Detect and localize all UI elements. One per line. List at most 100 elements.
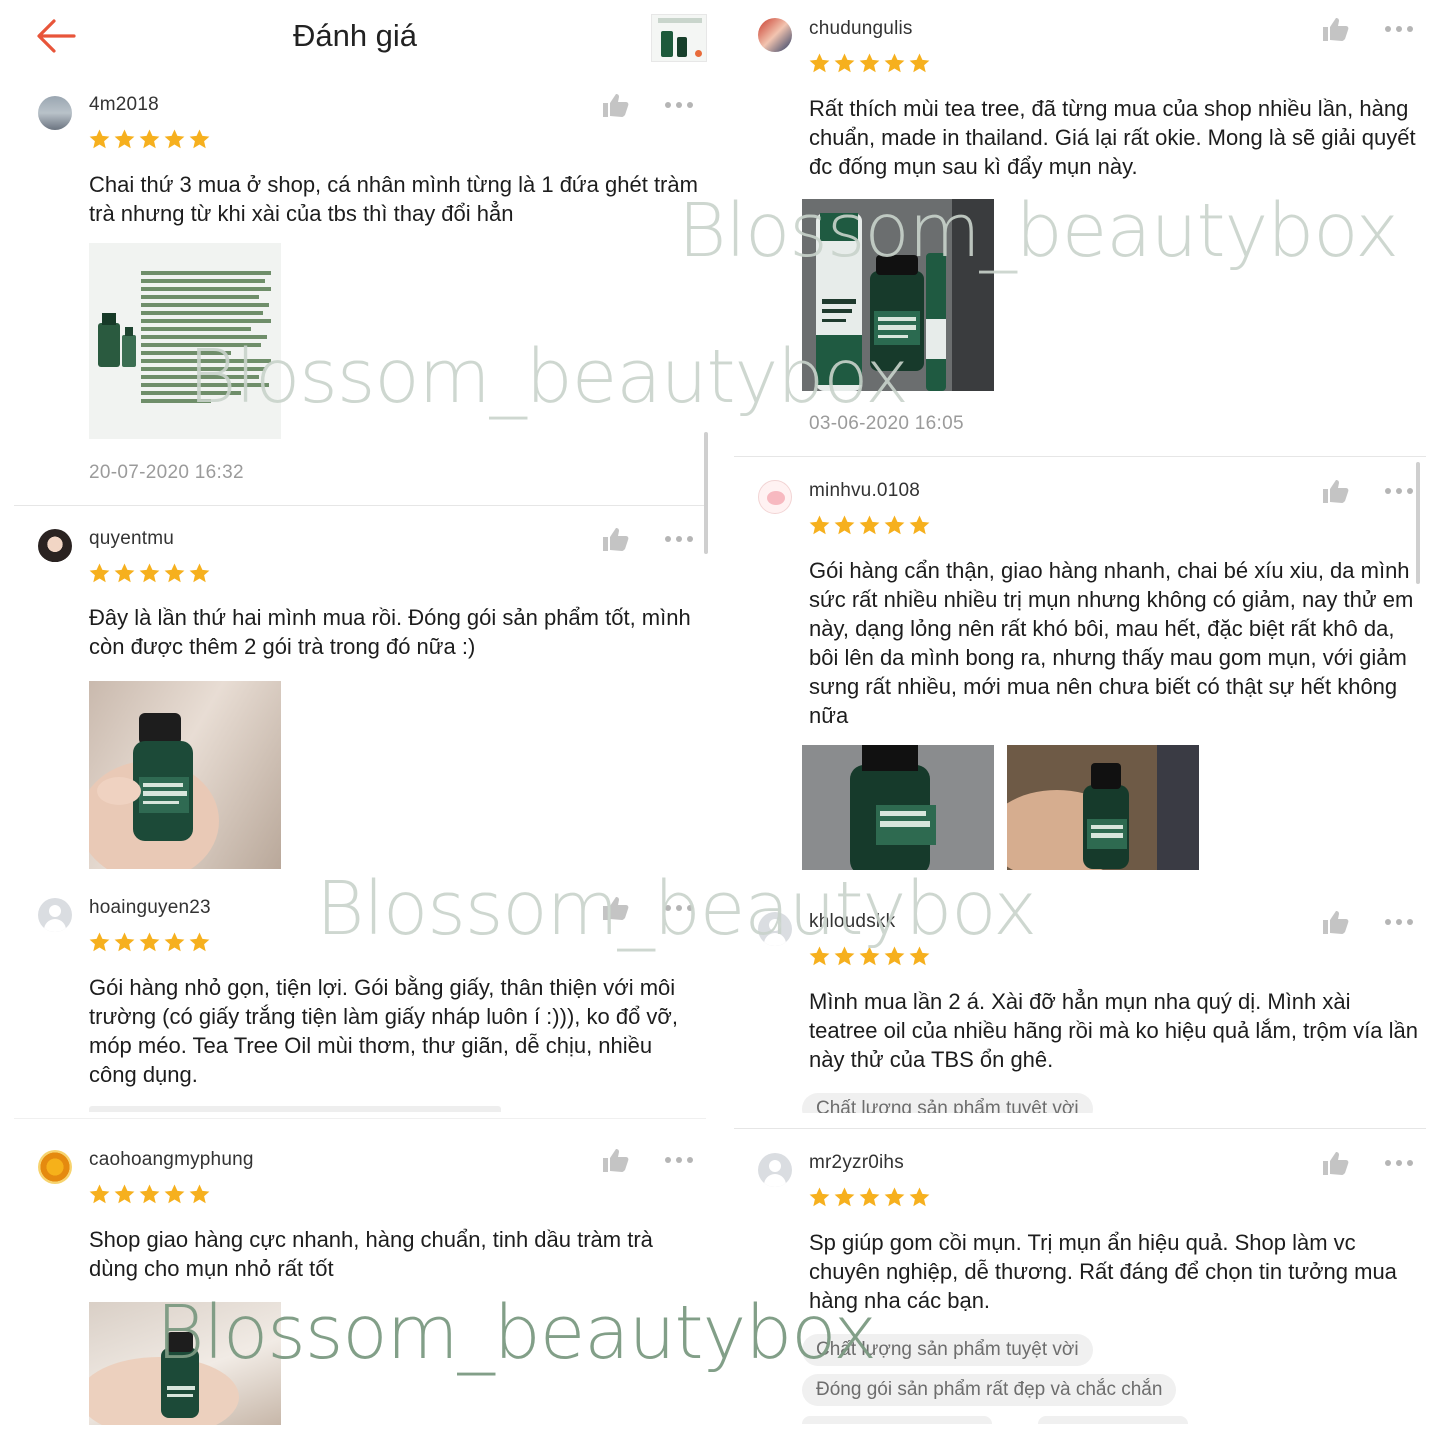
more-options-icon[interactable] <box>1384 917 1414 927</box>
star-icon <box>164 563 185 583</box>
more-options-icon[interactable] <box>664 903 694 913</box>
more-options-icon[interactable] <box>664 1155 694 1165</box>
star-icon <box>834 53 855 73</box>
avatar[interactable] <box>38 1150 72 1184</box>
avatar[interactable] <box>38 898 72 932</box>
review-photo[interactable] <box>89 681 281 869</box>
star-icon <box>909 515 930 535</box>
page-title: Đánh giá <box>292 18 418 53</box>
star-icon <box>909 946 930 966</box>
review-text: Gói hàng nhỏ gọn, tiện lợi. Gói bằng giấ… <box>89 975 678 1087</box>
star-icon <box>164 1184 185 1204</box>
review-username[interactable]: mr2yzr0ihs <box>809 1152 904 1174</box>
more-options-icon[interactable] <box>1384 24 1414 34</box>
divider <box>14 505 706 506</box>
more-options-icon[interactable] <box>664 534 694 544</box>
tag-chip[interactable]: Chất lượng sản phẩm tuyệt vời <box>802 1334 1093 1366</box>
review-username[interactable]: hoainguyen23 <box>89 897 211 919</box>
avatar[interactable] <box>38 529 72 563</box>
thumbs-up-icon[interactable] <box>1321 1150 1349 1176</box>
review-text: Gói hàng cẩn thận, giao hàng nhanh, chai… <box>809 558 1414 728</box>
thumbs-up-icon[interactable] <box>601 526 629 552</box>
review-username[interactable]: quyentmu <box>89 528 174 550</box>
review-username[interactable]: khloudskk <box>809 911 895 933</box>
star-icon <box>89 932 110 952</box>
tag-chip-cutoff <box>89 1106 501 1112</box>
star-icon <box>164 932 185 952</box>
star-icon <box>809 946 830 966</box>
scrollbar[interactable] <box>1416 462 1420 584</box>
thumbs-up-icon[interactable] <box>1321 478 1349 504</box>
star-icon <box>164 129 185 149</box>
avatar[interactable] <box>38 96 72 130</box>
review-username[interactable]: 4m2018 <box>89 94 159 116</box>
product-thumbnail[interactable] <box>651 14 707 62</box>
star-icon <box>114 129 135 149</box>
thumbs-up-icon[interactable] <box>601 92 629 118</box>
star-icon <box>884 1187 905 1207</box>
review-photo[interactable] <box>1007 745 1199 870</box>
tag-chip[interactable]: Đóng gói sản phẩm rất đẹp và chắc chắn <box>802 1374 1177 1406</box>
thumbs-up-icon[interactable] <box>1321 909 1349 935</box>
star-icon <box>909 53 930 73</box>
star-rating <box>808 945 931 969</box>
scrollbar[interactable] <box>704 432 708 554</box>
review-username[interactable]: chudungulis <box>809 18 913 40</box>
star-icon <box>859 53 880 73</box>
star-rating <box>88 931 211 955</box>
tag-chip[interactable]: Chất lượng sản phẩm tuyệt vời <box>802 1093 1093 1113</box>
review-photo[interactable] <box>89 243 281 439</box>
divider <box>734 1128 1426 1129</box>
star-icon <box>834 946 855 966</box>
star-rating <box>808 514 931 538</box>
divider <box>734 456 1426 457</box>
avatar[interactable] <box>758 1153 792 1187</box>
star-icon <box>89 1184 110 1204</box>
avatar[interactable] <box>758 912 792 946</box>
thumbs-up-icon[interactable] <box>601 895 629 921</box>
star-icon <box>859 946 880 966</box>
star-icon <box>859 515 880 535</box>
star-icon <box>884 53 905 73</box>
star-icon <box>884 515 905 535</box>
review-text: Đây là lần thứ hai mình mua rồi. Đóng gó… <box>89 605 691 659</box>
star-icon <box>89 563 110 583</box>
star-icon <box>114 932 135 952</box>
review-username[interactable]: minhvu.0108 <box>809 480 920 502</box>
star-rating <box>88 1183 211 1207</box>
star-rating <box>808 1186 931 1210</box>
tag-chip-clip: Chất lượng sản phẩm tuyệt vời <box>802 1093 1122 1113</box>
star-icon <box>89 129 110 149</box>
more-options-icon[interactable] <box>1384 486 1414 496</box>
review-timestamp: 20-07-2020 16:32 <box>89 462 244 483</box>
star-icon <box>809 53 830 73</box>
avatar[interactable] <box>758 18 792 52</box>
review-photo[interactable] <box>802 199 994 391</box>
star-icon <box>809 515 830 535</box>
review-text: Sp giúp gom cồi mụn. Trị mụn ẩn hiệu quả… <box>809 1230 1397 1313</box>
thumbs-up-icon[interactable] <box>601 1147 629 1173</box>
star-icon <box>189 1184 210 1204</box>
thumbs-up-icon[interactable] <box>1321 16 1349 42</box>
more-options-icon[interactable] <box>664 100 694 110</box>
star-rating <box>88 562 211 586</box>
star-icon <box>139 1184 160 1204</box>
review-username[interactable]: caohoangmyphung <box>89 1149 254 1171</box>
star-icon <box>189 129 210 149</box>
review-photo[interactable] <box>802 745 994 870</box>
star-icon <box>114 563 135 583</box>
more-options-icon[interactable] <box>1384 1158 1414 1168</box>
review-text: Shop giao hàng cực nhanh, hàng chuẩn, ti… <box>89 1227 653 1281</box>
star-icon <box>909 1187 930 1207</box>
star-icon <box>834 515 855 535</box>
star-rating <box>808 52 931 76</box>
star-icon <box>884 946 905 966</box>
review-timestamp: 03-06-2020 16:05 <box>809 413 964 434</box>
review-text: Rất thích mùi tea tree, đã từng mua của … <box>809 96 1416 179</box>
star-icon <box>114 1184 135 1204</box>
review-photo[interactable] <box>89 1302 281 1425</box>
star-icon <box>859 1187 880 1207</box>
avatar[interactable] <box>758 480 792 514</box>
left-review-panel: Đánh giá 4m2018 Chai thứ 3 mua ở shop, c… <box>0 0 720 1440</box>
tag-chip-cutoff <box>1038 1416 1188 1424</box>
